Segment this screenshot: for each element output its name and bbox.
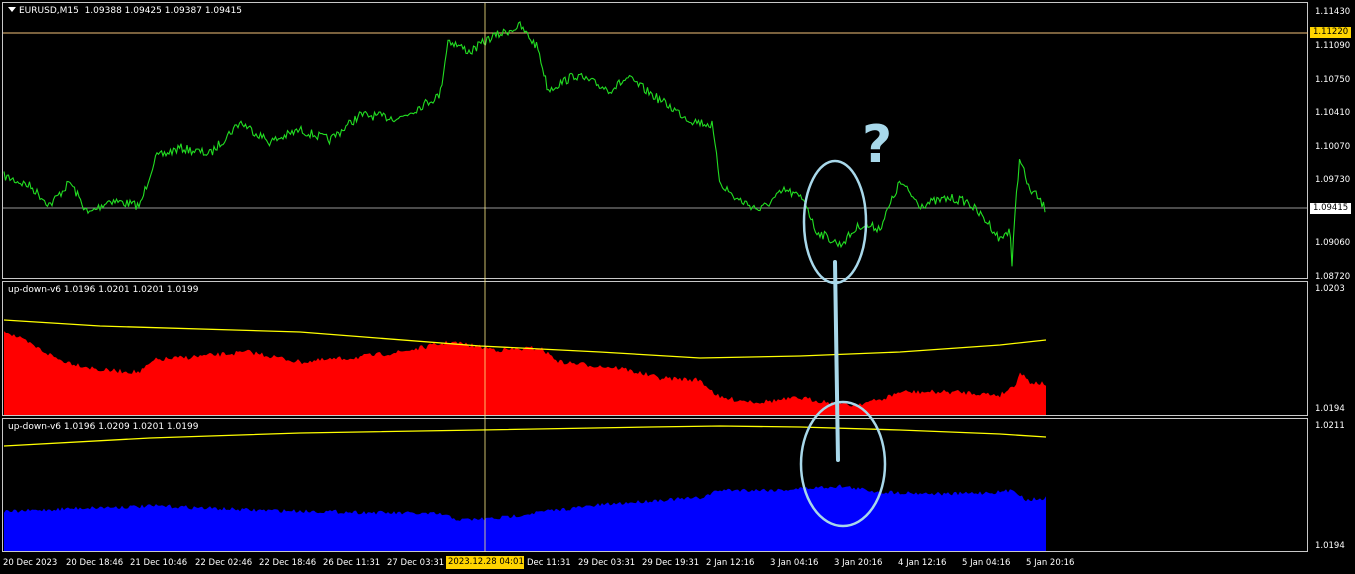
price-tick: 1.11430 [1315, 7, 1351, 17]
indicator2-axis-min: 1.0194 [1315, 541, 1345, 551]
annotation-question-mark: ? [862, 115, 892, 175]
hline-price-tag: 1.11220 [1310, 27, 1351, 38]
indicator1-area [4, 331, 1046, 415]
time-tick: 29 Dec 03:31 [578, 558, 636, 568]
time-tick: 3 Jan 20:16 [834, 558, 883, 568]
chart-plot-layer: ? [3, 3, 1308, 552]
time-tick: Dec 11:31 [527, 558, 571, 568]
price-tick: 1.09730 [1315, 175, 1351, 185]
price-tick: 1.11090 [1315, 41, 1351, 51]
price-tick: 1.10070 [1315, 142, 1351, 152]
indicator2-axis-max: 1.0211 [1315, 421, 1345, 431]
price-tick: 1.08720 [1315, 272, 1351, 282]
time-tick: 20 Dec 2023 [3, 558, 58, 568]
time-tick: 5 Jan 04:16 [962, 558, 1011, 568]
current-price-tag: 1.09415 [1310, 203, 1351, 214]
time-tick: 5 Jan 20:16 [1026, 558, 1075, 568]
indicator1-axis-min: 1.0194 [1315, 404, 1345, 414]
time-tick: 27 Dec 03:31 [387, 558, 445, 568]
time-tick: 22 Dec 02:46 [195, 558, 253, 568]
indicator2-signal-line [3, 425, 1047, 447]
indicator1-axis-max: 1.0203 [1315, 284, 1345, 294]
price-tick: 1.10750 [1315, 75, 1351, 85]
annotation-connector-line [833, 260, 840, 462]
price-tick: 1.10410 [1315, 108, 1351, 118]
time-tick: 29 Dec 19:31 [642, 558, 700, 568]
time-tick: 21 Dec 10:46 [130, 558, 188, 568]
time-tick: 4 Jan 12:16 [898, 558, 947, 568]
crosshair-time-label: 2023.12.28 04:01 [446, 556, 524, 569]
time-tick: 3 Jan 04:16 [770, 558, 819, 568]
time-tick: 22 Dec 18:46 [259, 558, 317, 568]
indicator2-area [4, 484, 1046, 551]
time-tick: 20 Dec 18:46 [66, 558, 124, 568]
price-tick: 1.09060 [1315, 238, 1351, 248]
time-tick: 26 Dec 11:31 [323, 558, 381, 568]
trading-terminal: EURUSD,M15 1.09388 1.09425 1.09387 1.094… [0, 0, 1355, 574]
time-tick: 2 Jan 12:16 [706, 558, 755, 568]
